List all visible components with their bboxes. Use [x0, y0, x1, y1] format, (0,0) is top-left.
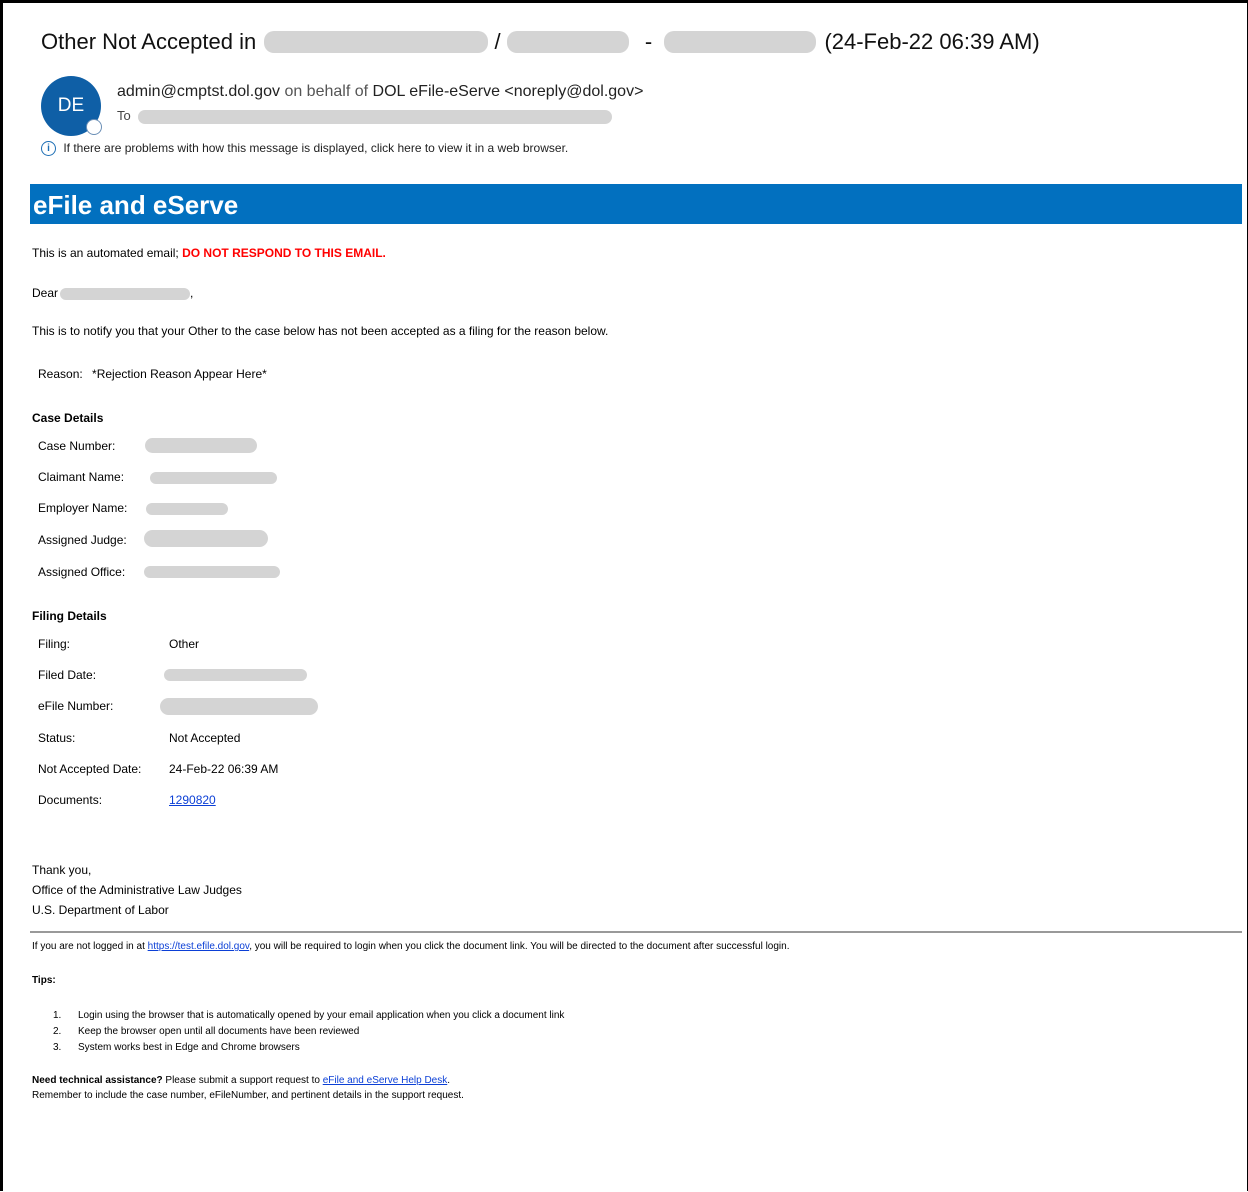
not-accepted-date-label: Not Accepted Date: [38, 762, 142, 776]
redacted-case-number [145, 438, 257, 453]
redacted-filed-date [164, 669, 307, 681]
tip-item: 3. System works best in Edge and Chrome b… [53, 1042, 300, 1053]
subject-separator: - [644, 29, 653, 55]
claimant-name-label: Claimant Name: [38, 470, 125, 484]
filing-details-heading: Filing Details [32, 609, 107, 623]
do-not-respond-warning: DO NOT RESPOND TO THIS EMAIL. [182, 246, 386, 260]
assistance-end: . [447, 1075, 451, 1086]
signature: Thank you, Office of the Administrative … [32, 859, 242, 921]
tip-item: 1. Login using the browser that is automa… [53, 1010, 565, 1021]
redacted-claimant-name [150, 472, 277, 484]
sender-address[interactable]: admin@cmptst.dol.gov [117, 83, 280, 100]
efile-banner: eFile and eServe [30, 184, 1242, 224]
subject-date: (24-Feb-22 06:39 AM) [824, 29, 1040, 55]
email-subject: Other Not Accepted in / - (24-Feb-22 06:… [41, 28, 1040, 55]
presence-status-icon [86, 119, 102, 135]
assigned-office-label: Assigned Office: [38, 565, 126, 579]
tips-heading: Tips: [32, 975, 56, 986]
automated-notice: This is an automated email; DO NOT RESPO… [32, 246, 386, 260]
case-number-label: Case Number: [38, 439, 116, 453]
reason-row: Reason: *Rejection Reason Appear Here* [38, 367, 267, 381]
to-label: To [117, 108, 131, 123]
redacted-name [60, 287, 191, 300]
assigned-judge-label: Assigned Judge: [38, 533, 127, 547]
redacted-text [264, 31, 489, 54]
help-desk-link[interactable]: eFile and eServe Help Desk [323, 1075, 448, 1086]
sender-name[interactable]: DOL eFile-eServe <noreply@dol.gov> [373, 83, 644, 100]
subject-separator: / [494, 29, 501, 55]
redacted-text [664, 31, 817, 54]
assistance-line: Need technical assistance? Please submit… [32, 1075, 450, 1086]
subject-prefix: Other Not Accepted in [41, 29, 257, 55]
tip-text: Keep the browser open until all document… [78, 1026, 360, 1037]
signature-line: U.S. Department of Labor [32, 903, 169, 917]
reason-value: *Rejection Reason Appear Here* [92, 367, 267, 381]
tip-text: System works best in Edge and Chrome bro… [78, 1042, 300, 1053]
info-bar-text[interactable]: If there are problems with how this mess… [63, 141, 568, 155]
redacted-efile-number [160, 698, 318, 715]
notify-text: This is to notify you that your Other to… [32, 324, 609, 338]
redacted-recipients [138, 109, 613, 124]
efile-number-label: eFile Number: [38, 699, 114, 713]
recipients-row: To [117, 108, 613, 124]
login-notice-post: , you will be required to login when you… [249, 941, 790, 952]
not-accepted-date-value: 24-Feb-22 06:39 AM [169, 762, 279, 776]
case-details-heading: Case Details [32, 411, 104, 425]
filed-date-label: Filed Date: [38, 668, 97, 682]
greeting: Dear, [32, 286, 193, 300]
assistance-bold: Need technical assistance? [32, 1075, 163, 1086]
tips-list: 1. Login using the browser that is automa… [53, 1008, 564, 1056]
remember-text: Remember to include the case number, eFi… [32, 1090, 464, 1101]
info-bar[interactable]: i If there are problems with how this me… [41, 141, 568, 157]
tip-text: Login using the browser that is automati… [78, 1010, 565, 1021]
sender-line: admin@cmptst.dol.gov on behalf of DOL eF… [117, 83, 643, 101]
redacted-employer-name [146, 503, 228, 515]
employer-name-label: Employer Name: [38, 501, 128, 515]
document-link[interactable]: 1290820 [169, 793, 216, 807]
dear-text: Dear [32, 286, 59, 300]
filing-label: Filing: [38, 637, 71, 651]
login-notice: If you are not logged in at https://test… [32, 941, 790, 952]
login-notice-pre: If you are not logged in at [32, 941, 145, 952]
documents-label: Documents: [38, 793, 103, 807]
signature-line: Office of the Administrative Law Judges [32, 883, 242, 897]
assistance-text: Please submit a support request to [165, 1075, 320, 1086]
automated-text: This is an automated email; [32, 246, 179, 260]
info-icon: i [41, 141, 56, 157]
redacted-judge [144, 530, 268, 547]
reason-label: Reason: [38, 367, 83, 381]
status-value: Not Accepted [169, 731, 241, 745]
divider [30, 931, 1242, 933]
greeting-comma: , [190, 286, 194, 300]
signature-line: Thank you, [32, 863, 92, 877]
efile-login-link[interactable]: https://test.efile.dol.gov [148, 941, 250, 952]
tip-item: 2. Keep the browser open until all docume… [53, 1026, 360, 1037]
status-label: Status: [38, 731, 76, 745]
filing-value: Other [169, 637, 200, 651]
redacted-text [506, 31, 629, 54]
behalf-text: on behalf of [284, 83, 369, 100]
redacted-office [144, 566, 280, 578]
